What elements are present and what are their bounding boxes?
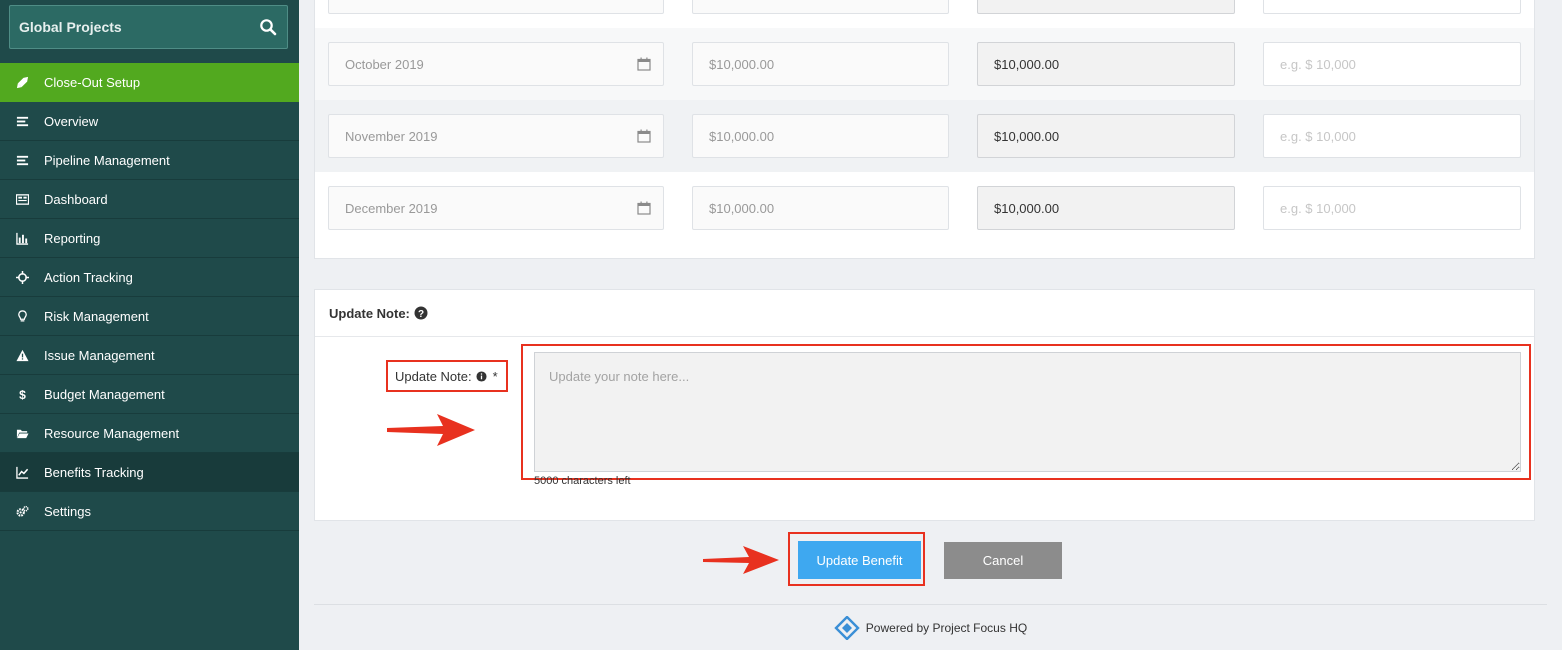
footer: Powered by Project Focus HQ <box>314 604 1547 650</box>
dollar-icon: $ <box>19 388 26 401</box>
main-content: October 2019 $10,000.00 $10,000.00 e.g. … <box>299 0 1562 650</box>
list-icon <box>16 116 28 126</box>
update-note-heading: Update Note: ? <box>315 290 1534 337</box>
forecast-value: $10,000.00 <box>994 200 1060 216</box>
actual-value-input[interactable]: e.g. $ 10,000 <box>1263 42 1521 86</box>
update-button-highlight: Update Benefit <box>788 532 925 586</box>
forecast-value-field[interactable]: $10,000.00 <box>977 42 1235 86</box>
planned-value: $10,000.00 <box>709 56 775 72</box>
sidebar-item-overview[interactable]: Overview <box>0 102 299 141</box>
actual-value-input[interactable]: e.g. $ 10,000 <box>1263 114 1521 158</box>
planned-value-field[interactable]: $10,000.00 <box>692 186 949 230</box>
sidebar-item-label: Budget Management <box>44 386 165 402</box>
update-note-heading-text: Update Note: <box>329 305 410 321</box>
project-search-box[interactable]: Global Projects <box>9 5 288 49</box>
sidebar-item-benefits-tracking[interactable]: Benefits Tracking <box>0 453 299 492</box>
actual-placeholder: e.g. $ 10,000 <box>1280 56 1356 72</box>
sidebar-item-risk-management[interactable]: Risk Management <box>0 297 299 336</box>
crosshair-icon <box>15 270 29 284</box>
actual-placeholder: e.g. $ 10,000 <box>1280 200 1356 216</box>
planned-value-field[interactable]: $10,000.00 <box>692 114 949 158</box>
sidebar-item-close-out-setup[interactable]: Close-Out Setup <box>0 63 299 102</box>
month-value: November 2019 <box>345 128 438 144</box>
actual-field-partial[interactable] <box>1263 0 1521 14</box>
planned-value: $10,000.00 <box>709 200 775 216</box>
calendar-icon[interactable] <box>637 57 651 71</box>
sidebar-nav: Close-Out Setup Overview Pipeline Manage… <box>0 63 299 531</box>
line-chart-icon <box>15 466 28 479</box>
update-benefit-button[interactable]: Update Benefit <box>798 541 921 579</box>
info-icon[interactable] <box>476 370 487 382</box>
svg-text:$: $ <box>19 388 26 401</box>
update-note-label-highlight: Update Note: * <box>386 360 508 392</box>
sidebar-item-label: Pipeline Management <box>44 152 170 168</box>
sidebar-item-label: Resource Management <box>44 425 180 441</box>
sidebar-item-label: Action Tracking <box>44 269 133 285</box>
month-date-field[interactable]: October 2019 <box>328 42 664 86</box>
sidebar-item-label: Issue Management <box>44 347 155 363</box>
forecast-value: $10,000.00 <box>994 56 1060 72</box>
bar-chart-icon <box>15 232 28 245</box>
dashboard-icon <box>15 193 29 205</box>
search-icon[interactable] <box>259 18 277 36</box>
forecast-value: $10,000.00 <box>994 128 1060 144</box>
month-date-field[interactable]: November 2019 <box>328 114 664 158</box>
sidebar-item-pipeline-management[interactable]: Pipeline Management <box>0 141 299 180</box>
month-value: December 2019 <box>345 200 438 216</box>
warning-icon <box>15 349 29 361</box>
planned-value-field[interactable]: $10,000.00 <box>692 42 949 86</box>
sidebar-item-label: Close-Out Setup <box>44 74 141 90</box>
sidebar: Global Projects Close-Out Setup Overview… <box>0 0 299 650</box>
update-note-label: Update Note: <box>395 368 472 384</box>
gears-icon <box>15 505 29 517</box>
sidebar-item-label: Dashboard <box>44 191 108 207</box>
required-mark: * <box>492 368 498 384</box>
benefit-schedule-panel: October 2019 $10,000.00 $10,000.00 e.g. … <box>314 0 1535 259</box>
sidebar-item-settings[interactable]: Settings <box>0 492 299 531</box>
footer-text: Powered by Project Focus HQ <box>865 620 1028 635</box>
sidebar-item-label: Benefits Tracking <box>44 464 144 480</box>
cancel-button[interactable]: Cancel <box>944 542 1062 579</box>
characters-left-counter: 5000 characters left <box>534 475 631 487</box>
benefit-row: October 2019 $10,000.00 $10,000.00 e.g. … <box>315 28 1534 100</box>
sidebar-item-label: Overview <box>44 113 99 129</box>
sidebar-item-dashboard[interactable]: Dashboard <box>0 180 299 219</box>
rocket-icon <box>16 76 28 88</box>
benefit-row: December 2019 $10,000.00 $10,000.00 e.g.… <box>315 172 1534 244</box>
help-icon[interactable]: ? <box>414 306 428 320</box>
sidebar-item-label: Risk Management <box>44 308 149 324</box>
sidebar-item-resource-management[interactable]: Resource Management <box>0 414 299 453</box>
month-date-field[interactable]: December 2019 <box>328 186 664 230</box>
textarea-highlight <box>521 344 1531 480</box>
project-focus-logo-icon <box>834 615 860 640</box>
actual-placeholder: e.g. $ 10,000 <box>1280 128 1356 144</box>
sidebar-item-budget-management[interactable]: $ Budget Management <box>0 375 299 414</box>
list-icon <box>16 155 28 165</box>
update-note-panel: Update Note: ? Update Note: * 5000 chara… <box>314 289 1535 521</box>
svg-text:?: ? <box>418 309 424 320</box>
lightbulb-icon <box>17 309 27 322</box>
forecast-value-field[interactable]: $10,000.00 <box>977 114 1235 158</box>
sidebar-item-reporting[interactable]: Reporting <box>0 219 299 258</box>
update-note-textarea[interactable] <box>534 352 1521 472</box>
folder-icon <box>16 429 29 438</box>
sidebar-item-label: Reporting <box>44 230 101 246</box>
actual-value-input[interactable]: e.g. $ 10,000 <box>1263 186 1521 230</box>
annotation-arrow-icon <box>387 414 475 446</box>
planned-field-partial[interactable] <box>692 0 949 14</box>
planned-value: $10,000.00 <box>709 128 775 144</box>
month-value: October 2019 <box>345 56 424 72</box>
calendar-icon[interactable] <box>637 129 651 143</box>
sidebar-item-label: Settings <box>44 503 91 519</box>
calendar-icon[interactable] <box>637 201 651 215</box>
benefit-row: November 2019 $10,000.00 $10,000.00 e.g.… <box>315 100 1534 172</box>
forecast-field-partial[interactable] <box>977 0 1235 14</box>
date-field-partial[interactable] <box>328 0 664 14</box>
forecast-value-field[interactable]: $10,000.00 <box>977 186 1235 230</box>
project-title: Global Projects <box>19 19 122 35</box>
annotation-arrow-icon <box>703 546 779 574</box>
sidebar-item-action-tracking[interactable]: Action Tracking <box>0 258 299 297</box>
sidebar-item-issue-management[interactable]: Issue Management <box>0 336 299 375</box>
